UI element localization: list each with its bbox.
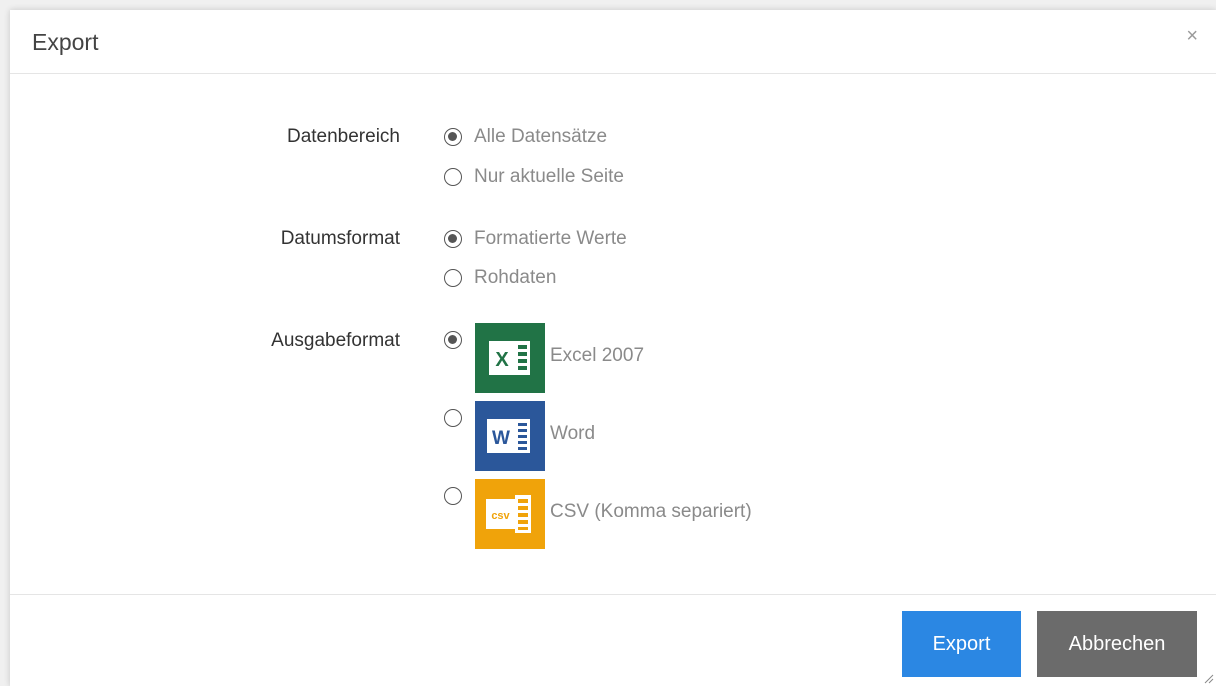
csv-icon: csv bbox=[475, 479, 545, 549]
cancel-button[interactable]: Abbrechen bbox=[1037, 611, 1197, 677]
svg-text:csv: csv bbox=[491, 510, 510, 522]
option-label: Rohdaten bbox=[474, 267, 557, 288]
svg-text:W: W bbox=[492, 428, 510, 449]
option-label: CSV (Komma separiert) bbox=[550, 501, 752, 522]
resize-handle-icon[interactable] bbox=[1202, 672, 1214, 684]
option-label: Word bbox=[550, 423, 596, 444]
option-label: Excel 2007 bbox=[550, 345, 645, 366]
ausgabeformat-option-excel[interactable]: X Excel 2007 bbox=[444, 323, 644, 393]
dialog-footer: Export Abbrechen bbox=[10, 594, 1216, 686]
datumsformat-option-formatiert[interactable]: Formatierte Werte bbox=[444, 228, 627, 250]
dialog-header: Export × bbox=[10, 10, 1216, 74]
ausgabeformat-option-csv[interactable]: csv CSV (Komma separiert) bbox=[444, 479, 752, 549]
datenbereich-option-alle[interactable]: Alle Datensätze bbox=[444, 126, 607, 148]
dialog-title: Export bbox=[32, 29, 99, 55]
export-dialog: Export × Datenbereich Alle Datensätze Nu… bbox=[10, 10, 1216, 686]
svg-text:X: X bbox=[495, 349, 509, 371]
option-label: Formatierte Werte bbox=[474, 228, 627, 249]
radio-button[interactable] bbox=[444, 487, 462, 505]
dialog-body: Datenbereich Alle Datensätze Nur aktuell… bbox=[10, 74, 1216, 594]
datumsformat-label: Datumsformat bbox=[280, 228, 400, 249]
datumsformat-option-rohdaten[interactable]: Rohdaten bbox=[444, 267, 556, 289]
radio-button[interactable] bbox=[444, 269, 462, 287]
radio-button[interactable] bbox=[444, 168, 462, 186]
radio-button-checked[interactable] bbox=[444, 128, 462, 146]
close-button[interactable]: × bbox=[1186, 24, 1198, 48]
export-button[interactable]: Export bbox=[902, 611, 1021, 677]
word-icon: W bbox=[475, 401, 545, 471]
ausgabeformat-option-word[interactable]: W Word bbox=[444, 401, 595, 471]
radio-button-checked[interactable] bbox=[444, 230, 462, 248]
option-label: Alle Datensätze bbox=[474, 126, 608, 147]
datenbereich-option-aktuelle-seite[interactable]: Nur aktuelle Seite bbox=[444, 166, 624, 188]
radio-button-checked[interactable] bbox=[444, 331, 462, 349]
option-label: Nur aktuelle Seite bbox=[474, 166, 624, 187]
excel-icon: X bbox=[475, 323, 545, 393]
ausgabeformat-label: Ausgabeformat bbox=[271, 330, 400, 351]
datenbereich-label: Datenbereich bbox=[286, 126, 400, 147]
radio-button[interactable] bbox=[444, 409, 462, 427]
